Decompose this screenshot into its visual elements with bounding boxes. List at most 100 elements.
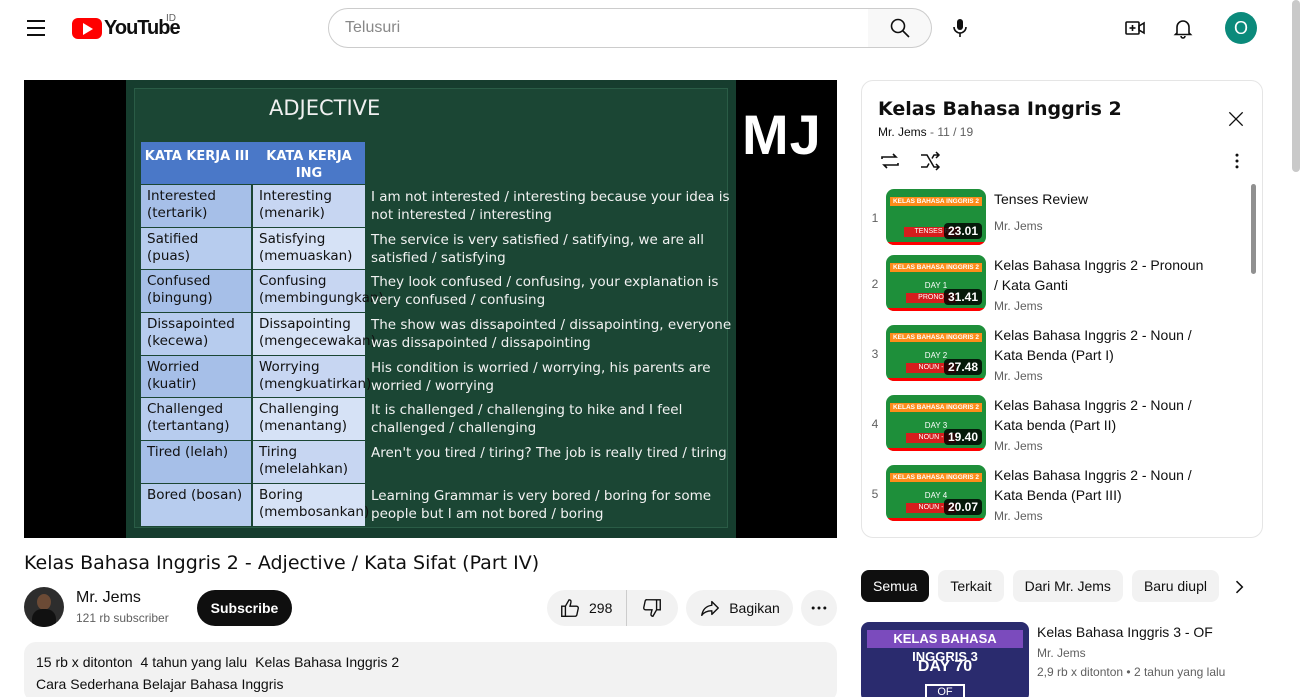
notifications-button[interactable] <box>1163 8 1203 48</box>
playlist-menu-button[interactable] <box>1225 149 1249 173</box>
playlist-tag[interactable]: Kelas Bahasa Inggris 2 <box>255 654 399 670</box>
playlist-scrollbar[interactable] <box>1251 184 1256 274</box>
chips-next-button[interactable] <box>1222 570 1256 604</box>
search-icon <box>890 18 910 38</box>
playlist-items: 1 KELAS BAHASA INGGRIS 2 TENSES R 23.01 … <box>862 185 1262 537</box>
search-button[interactable] <box>868 8 932 48</box>
watermark: MJ <box>742 103 822 166</box>
playlist-item-index: 5 <box>871 487 879 501</box>
create-button[interactable] <box>1115 8 1155 48</box>
more-actions-button[interactable] <box>801 590 837 626</box>
chip-baru-diupload[interactable]: Baru diupl <box>1131 570 1219 602</box>
upload-age: 4 tahun yang lalu <box>140 654 248 670</box>
search-input[interactable] <box>345 19 868 37</box>
chip-terkait[interactable]: Terkait <box>938 570 1004 602</box>
table-cell: Challenged (tertantang) <box>141 398 253 441</box>
close-playlist-button[interactable] <box>1218 101 1254 137</box>
table-row: Confused (bingung) Confusing (membingungk… <box>141 269 384 313</box>
table-cell: Satisfying (memuaskan) <box>253 227 365 270</box>
playlist-panel: Kelas Bahasa Inggris 2 Mr. Jems - 11 / 1… <box>861 80 1263 538</box>
loop-button[interactable] <box>878 149 902 173</box>
video-duration: 20.07 <box>943 499 982 515</box>
youtube-play-icon <box>72 17 102 39</box>
table-row: Dissapointed (kecewa) Dissapointing (meng… <box>141 312 376 355</box>
shuffle-icon <box>921 151 941 171</box>
video-title: Kelas Bahasa Inggris 2 - Adjective / Kat… <box>24 552 540 574</box>
video-player[interactable]: ADJECTIVE MJ KATA KERJA III KATA KERJA I… <box>24 80 837 538</box>
share-icon <box>701 600 720 617</box>
table-cell: Tiring (melelahkan) <box>253 441 365 483</box>
table-cell: Dissapointed (kecewa) <box>141 313 253 355</box>
like-button[interactable]: 298 <box>547 590 628 626</box>
description-meta: 15 rb x ditonton 4 tahun yang lalu Kelas B… <box>36 654 825 670</box>
channel-name[interactable]: Mr. Jems <box>76 589 141 607</box>
playlist-owner[interactable]: Mr. Jems <box>878 125 927 139</box>
recommended-meta: 2,9 rb x ditonton • 2 tahun yang lalu <box>1037 665 1226 679</box>
voice-search-button[interactable] <box>940 8 980 48</box>
chip-dari-mr-jems[interactable]: Dari Mr. Jems <box>1012 570 1123 602</box>
chevron-right-icon <box>1235 580 1244 594</box>
playlist-item-thumbnail[interactable]: KELAS BAHASA INGGRIS 2 DAY 1 PRONO 31.41 <box>886 255 986 311</box>
playlist-item-thumbnail[interactable]: KELAS BAHASA INGGRIS 2 DAY 3 NOUN - 19.4… <box>886 395 986 451</box>
channel-avatar[interactable] <box>24 587 64 627</box>
playlist-item-index: 4 <box>871 417 879 431</box>
playlist-item[interactable]: 4 KELAS BAHASA INGGRIS 2 DAY 3 NOUN - 19… <box>862 395 1242 457</box>
like-count: 298 <box>589 600 613 616</box>
share-button[interactable]: Bagikan <box>686 590 793 626</box>
youtube-logo[interactable]: YouTube <box>72 15 181 41</box>
playlist-item-thumbnail[interactable]: KELAS BAHASA INGGRIS 2 DAY 2 NOUN - 27.4… <box>886 325 986 381</box>
playlist-item-title: Kelas Bahasa Inggris 2 - Noun / Kata Ben… <box>994 467 1192 503</box>
table-row: Satified (puas) Satisfying (memuaskan) <box>141 226 365 270</box>
playlist-item-thumbnail[interactable]: KELAS BAHASA INGGRIS 2 TENSES R 23.01 <box>886 189 986 245</box>
table-row: Interested (tertarik) Interesting (menari… <box>141 184 365 227</box>
dislike-button[interactable] <box>627 590 663 626</box>
example-sentence: It is challenged / challenging to hike a… <box>371 402 683 437</box>
table-cell: Satified (puas) <box>141 227 253 270</box>
example-sentence: They look confused / confusing, your exp… <box>371 274 719 309</box>
description-box[interactable]: 15 rb x ditonton 4 tahun yang lalu Kelas B… <box>24 642 837 697</box>
account-avatar[interactable]: O <box>1225 12 1257 44</box>
playlist-item-channel: Mr. Jems <box>994 219 1043 233</box>
verb-table-header: KATA KERJA III KATA KERJA ING <box>141 142 365 184</box>
playlist-item-title: Kelas Bahasa Inggris 2 - Noun / Kata Ben… <box>994 327 1192 363</box>
playlist-item[interactable]: 5 KELAS BAHASA INGGRIS 2 DAY 4 NOUN - 20… <box>862 465 1242 527</box>
example-sentence: Aren't you tired / tiring? The job is re… <box>371 445 727 462</box>
playlist-title[interactable]: Kelas Bahasa Inggris 2 <box>878 98 1122 120</box>
video-duration: 23.01 <box>943 223 982 239</box>
bell-icon <box>1173 20 1193 39</box>
subscribe-button[interactable]: Subscribe <box>197 590 292 626</box>
watched-progress <box>886 448 986 451</box>
recommended-thumbnail[interactable]: KELAS BAHASA INGGRIS 3 DAY 70 OF <box>861 622 1029 697</box>
video-duration: 19.40 <box>943 429 982 445</box>
table-cell: Worried (kuatir) <box>141 355 253 398</box>
playlist-item[interactable]: 3 KELAS BAHASA INGGRIS 2 DAY 2 NOUN - 27… <box>862 325 1242 387</box>
recommended-title[interactable]: Kelas Bahasa Inggris 3 - OF <box>1037 622 1213 642</box>
playlist-item[interactable]: 1 KELAS BAHASA INGGRIS 2 TENSES R 23.01 … <box>862 189 1242 251</box>
thumbs-down-icon <box>643 599 662 617</box>
chip-semua[interactable]: Semua <box>861 570 930 602</box>
thumbnail-band: KELAS BAHASA INGGRIS 2 <box>890 333 982 342</box>
playlist-item-title: Kelas Bahasa Inggris 2 - Pronoun / Kata … <box>994 257 1204 293</box>
filter-chips: Semua Terkait Dari Mr. Jems Baru diupl <box>861 570 1263 602</box>
header-kata-kerja-ing: KATA KERJA ING <box>266 149 352 181</box>
country-code: ID <box>166 13 176 24</box>
microphone-icon <box>953 19 967 37</box>
table-row: Tired (lelah) Tiring (melelahkan) <box>141 440 365 483</box>
recommended-channel[interactable]: Mr. Jems <box>1037 646 1086 660</box>
thumbnail-band: KELAS BAHASA INGGRIS 3 <box>867 630 1023 664</box>
more-vertical-icon <box>1235 153 1239 169</box>
example-sentence: His condition is worried / worrying, his… <box>371 359 711 394</box>
playlist-item-title: Kelas Bahasa Inggris 2 - Noun / Kata ben… <box>994 397 1192 433</box>
table-cell: Bored (bosan) <box>141 483 253 526</box>
playlist-item-thumbnail[interactable]: KELAS BAHASA INGGRIS 2 DAY 4 NOUN - 20.0… <box>886 465 986 521</box>
video-duration: 27.48 <box>943 359 982 375</box>
subscriber-count: 121 rb subscriber <box>76 611 169 625</box>
watched-progress <box>886 308 986 311</box>
example-sentence: The show was dissapointed / dissapointin… <box>371 317 732 352</box>
like-dislike-group: 298 <box>547 590 678 626</box>
page-scrollbar[interactable] <box>1292 0 1300 172</box>
menu-icon[interactable] <box>24 16 48 40</box>
playlist-item[interactable]: 2 KELAS BAHASA INGGRIS 2 DAY 1 PRONO 31.… <box>862 255 1242 317</box>
table-cell: Dissapointing (mengecewakan) <box>253 313 376 355</box>
shuffle-button[interactable] <box>918 149 942 173</box>
